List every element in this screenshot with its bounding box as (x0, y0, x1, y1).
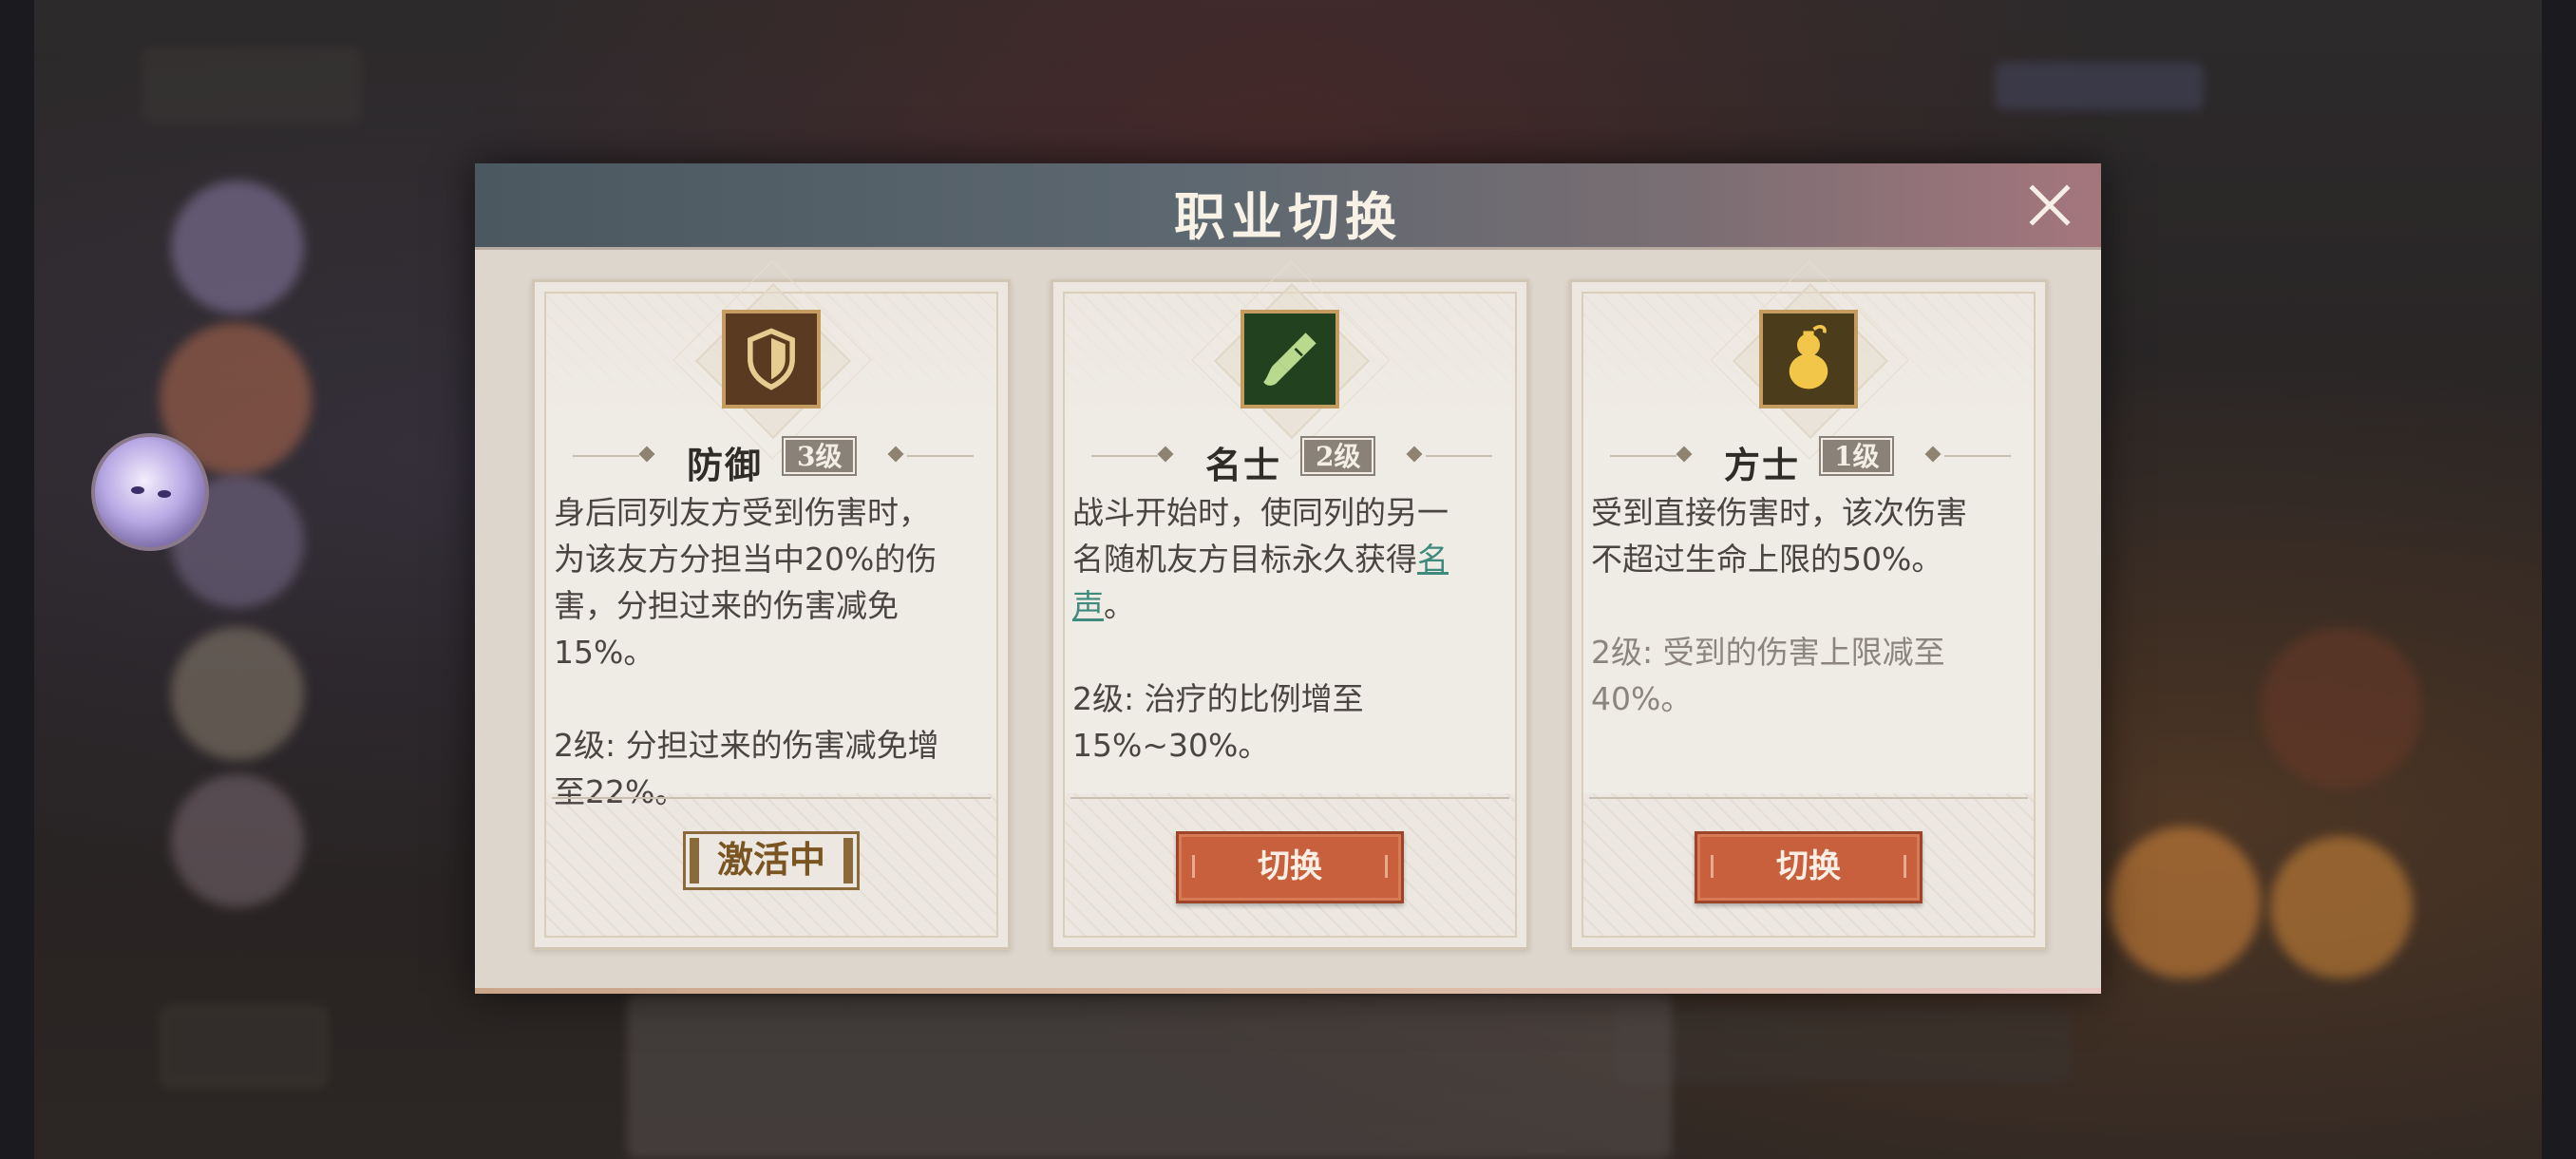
bg-item-blur (2261, 627, 2422, 788)
level-badge: 2级 (1299, 436, 1376, 476)
upgrade-line: 15%~30%。 (1072, 727, 1270, 764)
class-switch-dialog: 职业切换 防御 3级 身后同列友方受到伤害时， 为该友方分担当中20%的伤 害，… (475, 163, 2101, 994)
desc-line: 战斗开始时，使同列的另一 (1072, 494, 1449, 531)
class-emblem (1191, 260, 1391, 460)
upgrade-line: 2级: 受到的伤害上限减至 (1591, 634, 1945, 671)
keyword-link[interactable]: 声 (1072, 587, 1104, 624)
ornament-dot (1406, 446, 1423, 463)
button-ornament (1385, 855, 1388, 878)
ornament-dot (887, 446, 904, 463)
ornament-dot (1924, 446, 1941, 463)
class-name: 方士 (1724, 444, 1801, 486)
ornament-line (1426, 455, 1492, 457)
desc-line: 不超过生命上限的50%。 (1591, 541, 1943, 578)
ornament-line (1091, 455, 1158, 457)
class-card-alchemist[interactable]: 方士 1级 受到直接伤害时，该次伤害 不超过生命上限的50%。 2级: 受到的伤… (1569, 260, 2048, 950)
desc-text: 名随机友方目标永久获得 (1072, 541, 1417, 578)
avatar-eye (131, 486, 144, 494)
bg-topbar-blur (142, 48, 361, 124)
switch-button[interactable]: 切换 (1176, 831, 1404, 903)
ornament-line (907, 455, 974, 457)
class-card-scholar[interactable]: 名士 2级 战斗开始时，使同列的另一 名随机友方目标永久获得名 声。 2级: 治… (1051, 260, 1529, 950)
upgrade-line: 至22%。 (554, 773, 687, 810)
dialog-header: 职业切换 (475, 163, 2101, 250)
dialog-title: 职业切换 (1174, 186, 1402, 247)
avatar-eye (158, 490, 171, 498)
ornament-line (573, 455, 639, 457)
card-divider (1589, 797, 2028, 799)
switch-button-label: 切换 (1258, 847, 1322, 885)
upgrade-line: 2级: 分担过来的伤害减免增 (554, 727, 939, 764)
ornament-dot (1157, 446, 1174, 463)
bg-portrait-blur (171, 774, 304, 907)
desc-line: 身后同列友方受到伤害时， (554, 494, 930, 531)
active-status-badge: 激活中 (683, 831, 860, 890)
ornament-dot (1676, 446, 1693, 463)
bg-figure-blur (627, 994, 1672, 1159)
right-frame-edge (2542, 0, 2576, 1159)
close-icon[interactable] (2025, 180, 2074, 230)
button-ornament (1711, 855, 1714, 878)
bg-portrait-blur (171, 627, 304, 760)
switch-button[interactable]: 切换 (1695, 831, 1923, 903)
ornament-dot (638, 446, 655, 463)
dialog-bottom-edge (475, 988, 2101, 994)
player-avatar[interactable] (91, 433, 209, 551)
bg-button-blur (161, 1007, 327, 1087)
class-title-row: 方士 1级 (1572, 432, 2045, 486)
ornament-line (1610, 455, 1676, 457)
level-badge: 3级 (781, 436, 858, 476)
bg-item-blur (2109, 826, 2261, 978)
desc-line: 为该友方分担当中20%的伤 (554, 541, 938, 578)
bg-portrait-blur (171, 180, 304, 314)
bg-panel-blur (1615, 1007, 2071, 1083)
class-description: 受到直接伤害时，该次伤害 不超过生命上限的50%。 2级: 受到的伤害上限减至 … (1591, 489, 2034, 722)
class-description: 身后同列友方受到伤害时， 为该友方分担当中20%的伤 害，分担过来的伤害减免 1… (554, 489, 996, 815)
upgrade-line: 40%。 (1591, 680, 1693, 717)
gourd-icon (1759, 310, 1858, 408)
keyword-link[interactable]: 名 (1417, 541, 1449, 578)
button-ornament (1904, 855, 1906, 878)
class-card-defense[interactable]: 防御 3级 身后同列友方受到伤害时， 为该友方分担当中20%的伤 害，分担过来的… (532, 260, 1011, 950)
class-name: 防御 (687, 444, 764, 486)
bg-item-blur (2270, 836, 2413, 978)
class-emblem (672, 260, 872, 460)
button-ornament (1192, 855, 1195, 878)
desc-line: 受到直接伤害时，该次伤害 (1591, 494, 1967, 531)
class-title-row: 防御 3级 (535, 432, 1008, 486)
bg-topbar-blur (1995, 63, 2204, 110)
desc-line: 声。 (1072, 582, 1515, 629)
desc-line: 名随机友方目标永久获得名 (1072, 536, 1515, 582)
class-emblem (1710, 260, 1909, 460)
desc-line: 害，分担过来的伤害减免 (554, 587, 899, 624)
card-divider (1070, 797, 1509, 799)
card-divider (552, 797, 991, 799)
left-frame-edge (0, 0, 34, 1159)
upgrade-line: 2级: 治疗的比例增至 (1072, 680, 1364, 717)
level-badge: 1级 (1818, 436, 1895, 476)
ornament-line (1944, 455, 2011, 457)
class-description: 战斗开始时，使同列的另一 名随机友方目标永久获得名 声。 2级: 治疗的比例增至… (1072, 489, 1515, 769)
brush-icon (1241, 310, 1339, 408)
class-title-row: 名士 2级 (1053, 432, 1526, 486)
switch-button-label: 切换 (1776, 847, 1841, 885)
desc-line: 15%。 (554, 634, 655, 671)
shield-icon (722, 310, 821, 408)
desc-text: 。 (1104, 587, 1135, 624)
class-name: 名士 (1205, 444, 1282, 486)
